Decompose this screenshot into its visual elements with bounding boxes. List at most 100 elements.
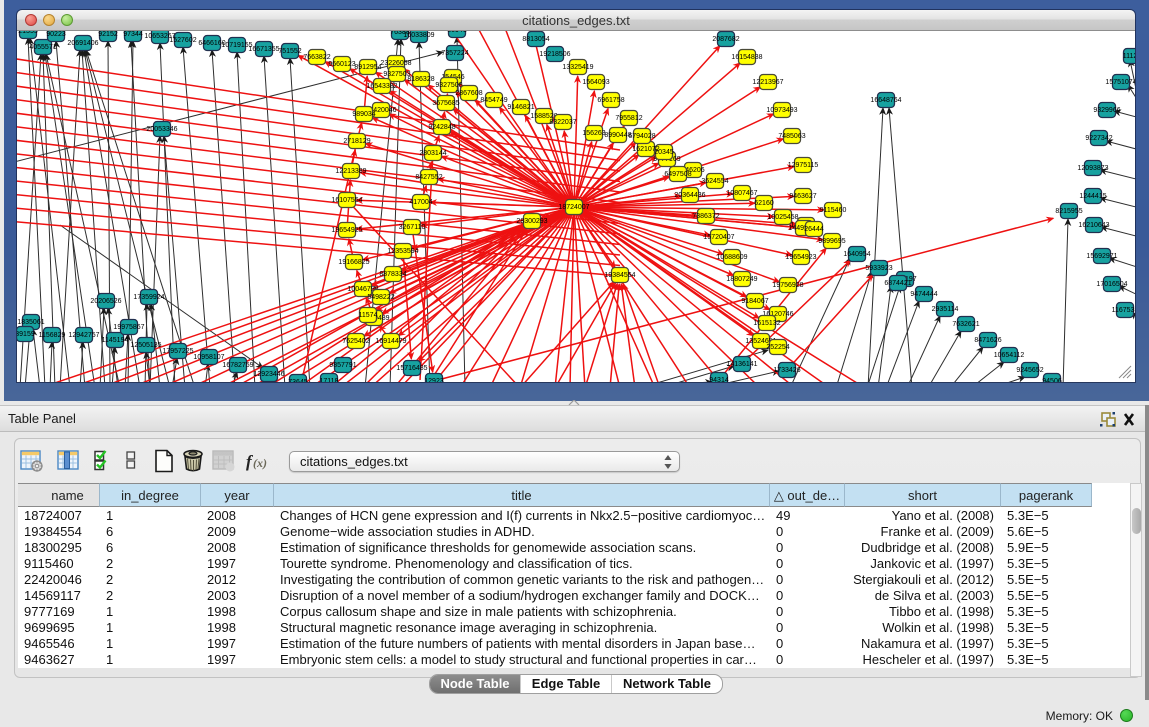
svg-text:19384554: 19384554 [604,272,635,279]
svg-text:8912954: 8912954 [354,64,381,71]
svg-text:10654112: 10654112 [994,352,1025,359]
svg-text:16033809: 16033809 [403,32,434,39]
svg-text:1564093: 1564093 [582,79,609,86]
svg-text:15692971: 15692971 [1086,253,1117,260]
svg-text:9474444: 9474444 [910,291,937,298]
svg-text:9184067: 9184067 [741,298,768,305]
svg-text:20206526: 20206526 [90,298,121,305]
svg-text:7663822: 7663822 [303,54,330,61]
svg-text:6794028: 6794028 [628,133,655,140]
svg-text:8454749: 8454749 [480,97,507,104]
svg-text:1244415: 1244415 [1079,193,1106,200]
svg-text:12213967: 12213967 [752,79,783,86]
svg-text:9660123: 9660123 [328,61,355,68]
svg-text:20691406: 20691406 [67,40,98,47]
svg-text:18724007: 18724007 [558,204,589,211]
svg-text:16671355: 16671355 [248,46,279,53]
svg-text:9245652: 9245652 [1016,367,1043,374]
svg-text:20364436: 20364436 [674,192,705,199]
svg-text:6497508: 6497508 [664,171,691,178]
svg-text:3675685: 3675685 [432,100,459,107]
svg-text:19756928: 19756928 [772,282,803,289]
svg-text:12213389: 12213389 [335,168,366,175]
svg-text:19166825: 19166825 [338,259,369,266]
svg-text:16782759: 16782759 [222,362,253,369]
svg-text:9899695: 9899695 [818,238,845,245]
svg-text:1621072: 1621072 [632,146,659,153]
svg-text:9242848: 9242848 [428,124,455,131]
svg-text:8322037: 8322037 [549,119,576,126]
svg-text:12942757: 12942757 [68,332,99,339]
svg-text:(x): (x) [253,456,267,470]
svg-text:11123: 11123 [1123,53,1135,60]
svg-text:19218506: 19218506 [539,51,570,58]
svg-text:62160: 62160 [754,200,774,207]
svg-text:3267110: 3267110 [399,224,426,231]
svg-text:94506: 94506 [1042,378,1062,382]
svg-text:17957225: 17957225 [162,348,193,355]
svg-text:15751074: 15751074 [1105,79,1135,86]
svg-text:26444: 26444 [804,226,824,233]
svg-text:8813054: 8813054 [522,36,549,43]
svg-text:17118: 17118 [320,378,339,382]
svg-text:17359924: 17359924 [133,294,164,301]
svg-text:8427552: 8427552 [415,174,442,181]
svg-text:16648764: 16648764 [870,97,901,104]
svg-text:18807249: 18807249 [726,276,757,283]
svg-text:73645: 73645 [288,379,308,382]
svg-text:19654925: 19654925 [331,227,362,234]
svg-text:10807467: 10807467 [726,190,757,197]
svg-text:1733426: 1733426 [773,367,800,374]
svg-text:7955812: 7955812 [615,115,642,122]
svg-text:14136141: 14136141 [726,361,757,368]
svg-text:3624554: 3624554 [701,178,728,185]
svg-text:15720407: 15720407 [703,234,734,241]
svg-text:97344: 97344 [123,31,143,38]
svg-text:5933923: 5933923 [865,265,892,272]
svg-text:16543382: 16543382 [366,83,397,90]
svg-text:19975867: 19975867 [113,324,144,331]
svg-text:15716485: 15716485 [396,365,427,372]
svg-text:90223: 90223 [46,31,66,38]
svg-text:1527602: 1527602 [169,37,196,44]
svg-text:16914479: 16914479 [375,338,406,345]
svg-text:1145194: 1145194 [102,337,129,344]
svg-text:9327508: 9327508 [435,82,462,89]
svg-text:4055571: 4055571 [29,44,56,51]
svg-text:10688609: 10688609 [716,254,747,261]
svg-text:7485063: 7485063 [778,133,805,140]
svg-text:17016504: 17016504 [1096,281,1127,288]
svg-text:2087682: 2087682 [712,36,739,43]
svg-text:8471626: 8471626 [974,337,1001,344]
svg-text:39159: 39159 [17,331,35,338]
svg-text:92152: 92152 [98,31,118,38]
svg-text:2718129: 2718129 [343,138,370,145]
svg-text:7357224: 7357224 [441,50,468,57]
svg-text:2803144: 2803144 [419,150,446,157]
svg-text:10958107: 10958107 [193,354,224,361]
svg-text:989034: 989034 [352,111,375,118]
svg-text:7632621: 7632621 [952,321,979,328]
svg-text:12923: 12923 [424,378,444,382]
svg-text:7625402: 7625402 [342,338,369,345]
svg-text:5498222: 5498222 [367,294,394,301]
svg-text:1640954: 1640954 [843,251,870,258]
svg-text:156263: 156263 [582,130,605,137]
svg-text:9146821: 9146821 [507,104,534,111]
svg-text:1615132: 1615132 [753,320,780,327]
svg-text:94314: 94314 [709,377,729,382]
svg-text:10025458: 10025458 [767,214,798,221]
svg-text:9227342: 9227342 [1085,135,1112,142]
svg-text:13325419: 13325419 [562,64,593,71]
svg-text:7386372: 7386372 [692,213,719,220]
svg-text:16210643: 16210643 [1078,222,1109,229]
svg-text:12093873: 12093873 [1077,165,1108,172]
svg-text:8186328: 8186328 [407,76,434,83]
svg-text:9857791: 9857791 [329,362,356,369]
svg-text:1835061: 1835061 [17,319,44,326]
svg-text:19654923: 19654923 [785,254,816,261]
svg-text:10973493: 10973493 [766,107,797,114]
svg-text:12923446: 12923446 [253,371,284,378]
svg-text:9115460: 9115460 [820,207,847,214]
svg-text:12975115: 12975115 [788,162,819,169]
